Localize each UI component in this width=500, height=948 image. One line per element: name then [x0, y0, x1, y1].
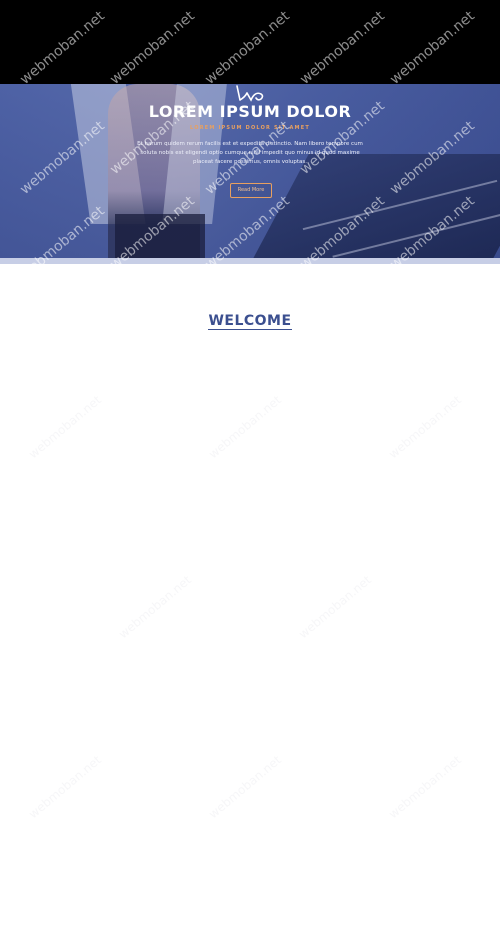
watermark: webmoban.net	[386, 392, 464, 462]
read-more-button[interactable]: Read More	[230, 183, 272, 198]
watermark: webmoban.net	[206, 752, 284, 822]
watermark: webmoban.net	[386, 752, 464, 822]
watermark: webmoban.net	[296, 572, 374, 642]
welcome-underline	[208, 329, 292, 330]
watermark: webmoban.net	[26, 392, 104, 462]
hero-bottom-stripe	[0, 258, 500, 264]
logo-icon	[236, 85, 264, 102]
hero-subtitle: LOREM IPSUM DOLOR SIT AMET	[190, 125, 310, 131]
watermark: webmoban.net	[206, 392, 284, 462]
watermark: webmoban.net	[26, 752, 104, 822]
hero-title: LOREM IPSUM DOLOR	[148, 102, 352, 121]
welcome-heading: WELCOME	[208, 313, 292, 329]
watermark: webmoban.net	[116, 572, 194, 642]
